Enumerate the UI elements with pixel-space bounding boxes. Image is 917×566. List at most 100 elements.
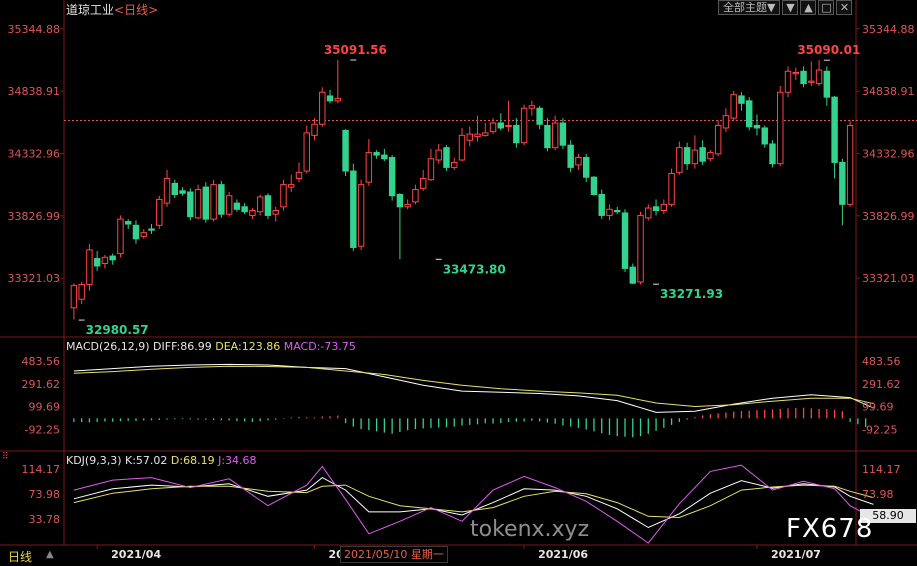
candle [652, 199, 660, 216]
candle [117, 215, 124, 258]
candle-body [125, 221, 132, 225]
kdj-tick-label-left: 114.17 [22, 463, 61, 476]
candle-body [567, 144, 574, 168]
restore-button[interactable]: □ [818, 0, 835, 15]
macd-tick-label-left: 483.56 [22, 355, 61, 368]
candle-body [171, 182, 179, 195]
candle [707, 150, 714, 162]
candle-body [451, 161, 458, 168]
candle-body [645, 207, 652, 219]
candle-body [629, 266, 636, 284]
candle [676, 141, 683, 175]
candle [365, 139, 373, 186]
candle [419, 169, 427, 191]
candle-body [489, 122, 497, 133]
kdj-legend: KDJ(9,3,3) K:57.02 D:68.19 J:34.68 [66, 454, 257, 467]
candle-body [373, 152, 380, 156]
candle [288, 174, 295, 193]
candle-body [815, 69, 823, 85]
kdj-tick-label-left: 73.98 [29, 488, 61, 501]
scroll-down-button[interactable]: ▼ [782, 0, 799, 15]
candle [132, 220, 140, 244]
candle [210, 179, 217, 222]
candle [629, 263, 636, 285]
candle-body [225, 195, 233, 215]
candle-body [381, 154, 388, 160]
candle [559, 118, 567, 149]
candle [606, 204, 613, 221]
candle-body [256, 196, 264, 213]
candle [614, 206, 621, 215]
candle [691, 135, 699, 169]
candle [544, 118, 551, 152]
candle-body [831, 96, 838, 163]
candle [249, 208, 256, 220]
candle-body [800, 70, 807, 85]
candle-body [109, 255, 116, 261]
candle [280, 179, 287, 211]
candle [404, 199, 411, 210]
candle-body [652, 206, 660, 211]
extreme-price-label: 33473.80 [443, 262, 506, 276]
candle [738, 92, 745, 111]
candle-body [132, 224, 140, 240]
extreme-price-label: 35090.01 [797, 43, 860, 57]
period-arrow-icon[interactable]: ▲ [46, 549, 54, 560]
candle-body [598, 193, 605, 216]
candle-body [474, 133, 481, 138]
candle-body [210, 184, 217, 220]
candle [800, 66, 807, 88]
candle [753, 114, 761, 136]
candle [373, 150, 380, 159]
close-button[interactable]: ✕ [836, 0, 853, 15]
candle-body [101, 256, 109, 264]
candle-body [194, 189, 202, 219]
scroll-up-button[interactable]: ▲ [800, 0, 817, 15]
candle [513, 118, 520, 148]
candle [714, 120, 722, 157]
candle-body [350, 170, 357, 248]
candle-body [722, 115, 730, 129]
candle-body [404, 203, 411, 208]
candle [582, 153, 590, 183]
theme-select[interactable]: 全部主题▼ [718, 0, 781, 15]
price-tick-label-right: 34838.91 [862, 85, 915, 98]
candle [148, 224, 155, 234]
candle-body [505, 124, 512, 127]
candle-body [435, 149, 442, 161]
instrument-name: 道琼工业 [66, 3, 115, 17]
candle-body [683, 147, 691, 165]
candle [575, 153, 582, 170]
kdj-label: KDJ(9,3,3) [66, 454, 122, 467]
candle-body [357, 184, 365, 247]
candle-body [70, 285, 78, 309]
candle [730, 90, 737, 121]
candle [831, 95, 838, 179]
kdj-line-d [73, 484, 874, 519]
time-tick-label: 2021/04 [111, 548, 161, 561]
candle [505, 100, 512, 132]
candle [466, 126, 473, 147]
candle [598, 189, 605, 220]
candle-body [218, 184, 225, 215]
period-selector[interactable]: 日线 [8, 548, 32, 565]
candle-body [458, 134, 466, 161]
kdj-tick-label-right: 73.98 [862, 488, 894, 501]
candle [78, 281, 85, 305]
candle [458, 127, 466, 162]
candle-body [233, 202, 241, 210]
candle [109, 253, 116, 265]
candle [489, 118, 497, 135]
candle-body [93, 258, 101, 267]
extreme-price-label: 33271.93 [660, 287, 723, 301]
crosshair-date: 2021/05/10 星期一 [340, 546, 448, 563]
candle [621, 209, 629, 273]
candle-body [419, 177, 427, 189]
candle-body [730, 94, 737, 119]
candle-body [311, 123, 318, 136]
price-tick-label-right: 35344.88 [862, 23, 915, 36]
settings-dot-icon[interactable]: ⠿ [2, 452, 9, 462]
candle-body [295, 171, 303, 179]
candle [427, 148, 435, 181]
candle [256, 194, 264, 216]
